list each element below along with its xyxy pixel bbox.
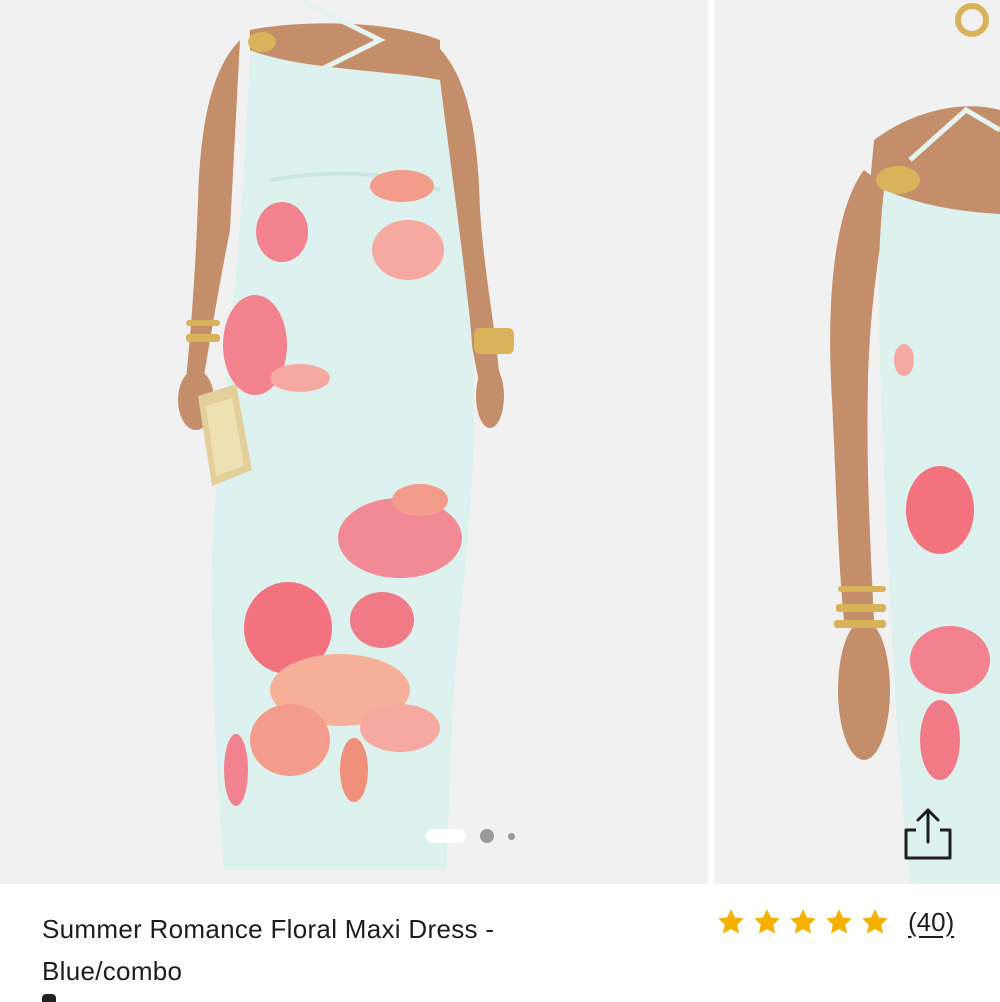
dress-photo-side bbox=[714, 0, 1000, 884]
product-image-side[interactable] bbox=[714, 0, 1000, 884]
product-image-gallery[interactable] bbox=[0, 0, 1000, 884]
share-button[interactable] bbox=[896, 804, 960, 866]
gallery-pagination bbox=[426, 828, 515, 844]
product-title: Summer Romance Floral Maxi Dress - Blue/… bbox=[42, 914, 495, 986]
product-info: Summer Romance Floral Maxi Dress - Blue/… bbox=[0, 884, 1000, 1002]
star-icon bbox=[752, 907, 782, 937]
pagination-dot-active[interactable] bbox=[426, 829, 466, 843]
star-icon bbox=[716, 907, 746, 937]
pagination-dot[interactable] bbox=[508, 832, 515, 840]
pagination-dot[interactable] bbox=[480, 829, 494, 843]
review-count-link[interactable]: (40) bbox=[908, 907, 954, 938]
price-peek bbox=[42, 994, 56, 1002]
product-rating[interactable]: (40) bbox=[716, 902, 954, 942]
product-image-front[interactable] bbox=[0, 0, 708, 884]
star-icon bbox=[788, 907, 818, 937]
share-icon bbox=[904, 808, 952, 860]
star-icon bbox=[824, 907, 854, 937]
star-icon bbox=[860, 907, 890, 937]
dress-photo-front bbox=[0, 0, 708, 884]
